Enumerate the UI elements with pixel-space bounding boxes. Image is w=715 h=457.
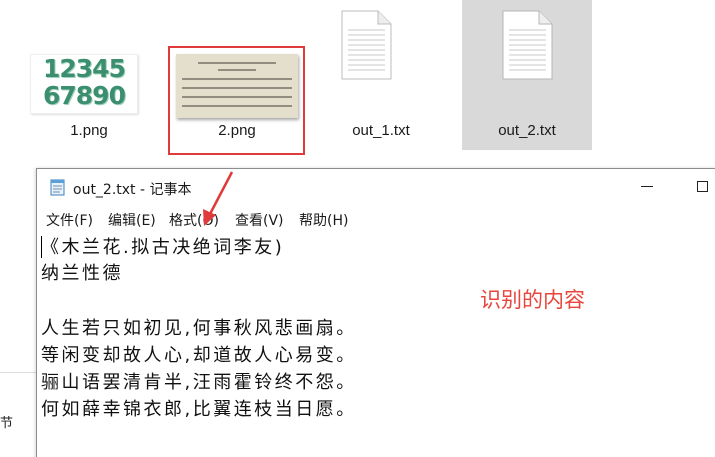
file-item-out-2-txt[interactable]: out_2.txt xyxy=(462,0,592,150)
text-editor-area[interactable]: 《木兰花.拟古决绝词李友) 纳兰性德 人生若只如初见,何事秋风悲画扇。 等闲变却… xyxy=(41,233,701,457)
text-document-icon xyxy=(502,10,553,80)
menu-edit[interactable]: 编辑(E) xyxy=(108,210,156,230)
minimize-icon xyxy=(641,186,653,187)
file-name-label: 1.png xyxy=(70,122,108,139)
editor-line: 人生若只如初见,何事秋风悲画扇。 xyxy=(41,318,357,339)
editor-line: 等闲变却故人心,却道故人心易变。 xyxy=(41,345,357,366)
red-highlight-box xyxy=(168,46,305,155)
window-title: out_2.txt - 记事本 xyxy=(73,182,192,198)
editor-line: 骊山语罢清肯半,汪雨霍铃终不怨。 xyxy=(41,372,357,393)
notepad-window: out_2.txt - 记事本 文件(F) 编辑(E) 格式(O) 查看(V) … xyxy=(36,168,715,457)
text-document-icon xyxy=(341,10,392,80)
side-panel-text: 节 xyxy=(0,416,14,431)
image-thumbnail: 12345 67890 xyxy=(30,54,138,114)
file-item-1-png[interactable]: 12345 67890 1.png xyxy=(4,0,138,150)
file-explorer-view: 12345 67890 1.png 2.png out_1.txt out_2.… xyxy=(0,0,715,170)
editor-line: 何如薛幸锦衣郎,比翼连枝当日愿。 xyxy=(41,399,357,420)
menu-format[interactable]: 格式(O) xyxy=(169,210,219,230)
minimize-button[interactable] xyxy=(635,177,659,197)
menu-view[interactable]: 查看(V) xyxy=(235,210,284,230)
editor-line: 纳兰性德 xyxy=(41,263,123,284)
thumbnail-digits-top: 12345 xyxy=(43,54,126,83)
editor-line: 《木兰花.拟古决绝词李友) xyxy=(41,237,285,258)
title-bar[interactable]: out_2.txt - 记事本 xyxy=(37,169,715,205)
thumbnail-digits-bottom: 67890 xyxy=(43,81,126,110)
notepad-app-icon xyxy=(50,179,65,196)
side-panel-divider xyxy=(0,372,36,373)
file-item-out-1-txt[interactable]: out_1.txt xyxy=(316,0,446,150)
file-name-label: out_2.txt xyxy=(498,122,556,139)
menu-file[interactable]: 文件(F) xyxy=(46,210,93,230)
menu-bar: 文件(F) 编辑(E) 格式(O) 查看(V) 帮助(H) xyxy=(37,207,715,231)
maximize-icon xyxy=(697,181,708,192)
file-name-label: out_1.txt xyxy=(352,122,410,139)
annotation-label: 识别的内容 xyxy=(480,288,585,312)
maximize-button[interactable] xyxy=(691,177,715,197)
menu-help[interactable]: 帮助(H) xyxy=(299,210,348,230)
